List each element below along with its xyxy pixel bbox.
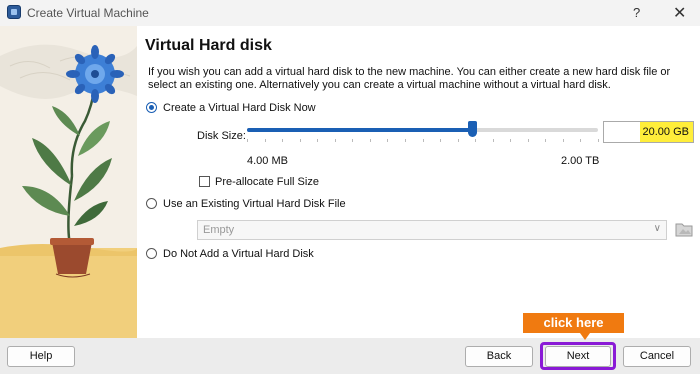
slider-tick <box>528 139 529 142</box>
slider-tick <box>545 139 546 142</box>
cancel-button[interactable]: Cancel <box>623 346 691 367</box>
disk-size-input[interactable]: 20.00 GB <box>603 121 694 143</box>
page-description: If you wish you can add a virtual hard d… <box>148 66 671 91</box>
slider-tick <box>563 139 564 142</box>
window-title: Create Virtual Machine <box>27 6 149 20</box>
slider-tick <box>265 139 266 142</box>
slider-tick <box>300 139 301 142</box>
slider-tick <box>493 139 494 142</box>
back-button[interactable]: Back <box>465 346 533 367</box>
radio-no-disk[interactable] <box>146 248 157 259</box>
slider-tick <box>317 139 318 142</box>
slider-tick <box>580 139 581 142</box>
disk-size-max-label: 2.00 TB <box>561 155 600 167</box>
existing-disk-select-value: Empty <box>203 224 235 236</box>
disk-size-slider-ticks <box>247 139 599 142</box>
radio-create-new-disk-label[interactable]: Create a Virtual Hard Disk Now <box>163 102 316 114</box>
radio-no-disk-label[interactable]: Do Not Add a Virtual Hard Disk <box>163 248 314 260</box>
slider-tick <box>440 139 441 142</box>
slider-tick <box>247 139 248 142</box>
radio-use-existing-disk[interactable] <box>146 198 157 209</box>
slider-tick <box>282 139 283 142</box>
disk-size-min-label: 4.00 MB <box>247 155 288 167</box>
slider-tick <box>370 139 371 142</box>
preallocate-label[interactable]: Pre-allocate Full Size <box>215 176 319 188</box>
flower-pot-illustration <box>0 26 137 338</box>
click-here-callout: click here <box>523 313 624 333</box>
choose-disk-file-icon[interactable] <box>674 219 694 239</box>
preallocate-checkbox[interactable] <box>199 176 210 187</box>
slider-tick <box>458 139 459 142</box>
help-button[interactable]: Help <box>7 346 75 367</box>
slider-tick <box>510 139 511 142</box>
callout-pointer <box>580 333 590 340</box>
disk-size-value: 20.00 GB <box>642 126 689 138</box>
slider-tick <box>335 139 336 142</box>
slider-tick <box>387 139 388 142</box>
radio-use-existing-disk-label[interactable]: Use an Existing Virtual Hard Disk File <box>163 198 346 210</box>
wizard-page: Virtual Hard disk If you wish you can ad… <box>0 26 700 338</box>
slider-tick <box>405 139 406 142</box>
disk-size-label: Disk Size: <box>197 130 246 142</box>
existing-disk-select[interactable]: Empty ∨ <box>197 220 667 240</box>
close-icon[interactable]: ✕ <box>673 3 686 23</box>
disk-size-slider-fill <box>247 128 472 132</box>
slider-tick <box>598 139 599 142</box>
help-icon[interactable]: ? <box>633 5 640 20</box>
page-heading: Virtual Hard disk <box>145 37 272 54</box>
next-button-highlight <box>540 342 616 370</box>
radio-create-new-disk[interactable] <box>146 102 157 113</box>
chevron-down-icon: ∨ <box>653 223 661 234</box>
disk-size-slider[interactable] <box>247 128 598 132</box>
disk-size-slider-handle[interactable] <box>468 121 477 137</box>
virtualbox-app-icon <box>7 5 21 19</box>
slider-tick <box>475 139 476 142</box>
slider-tick <box>423 139 424 142</box>
title-bar: Create Virtual Machine ? ✕ <box>0 0 700 26</box>
slider-tick <box>352 139 353 142</box>
